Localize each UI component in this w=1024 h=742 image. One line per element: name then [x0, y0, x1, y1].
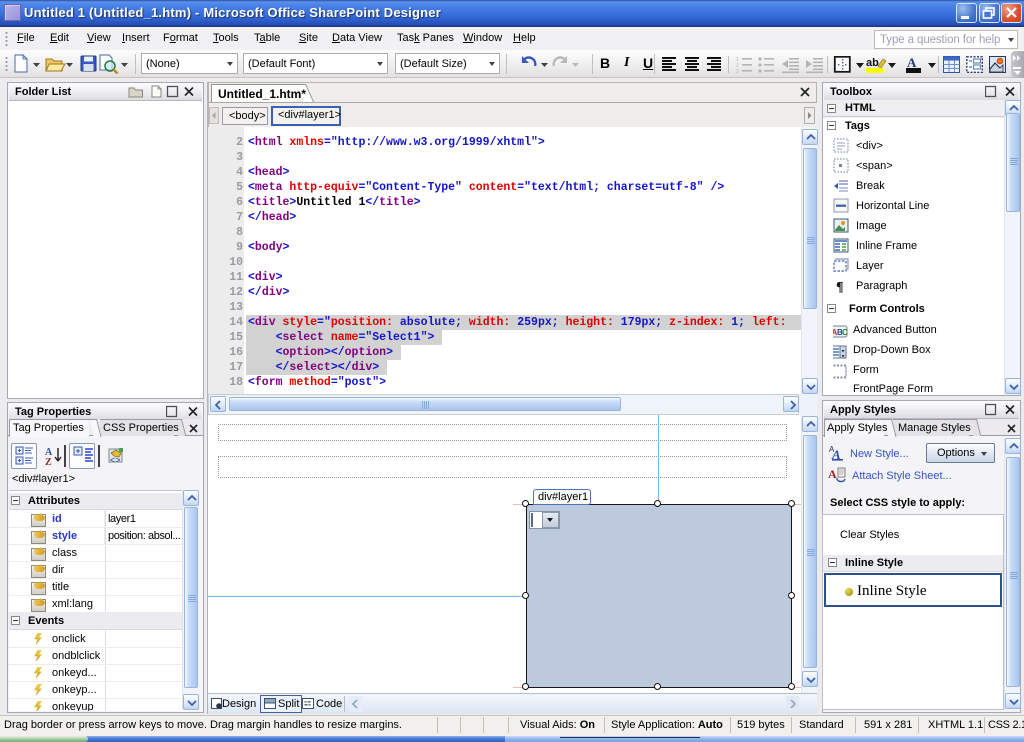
svg-text:¶: ¶ [836, 280, 844, 295]
svg-text:A: A [831, 447, 841, 461]
svg-text:A: A [907, 56, 917, 70]
svg-text:3: 3 [736, 69, 739, 74]
svg-text:Z: Z [45, 457, 52, 468]
svg-text:C: C [842, 328, 848, 337]
svg-text:A: A [828, 467, 837, 481]
svg-text:ab: ab [866, 57, 879, 69]
